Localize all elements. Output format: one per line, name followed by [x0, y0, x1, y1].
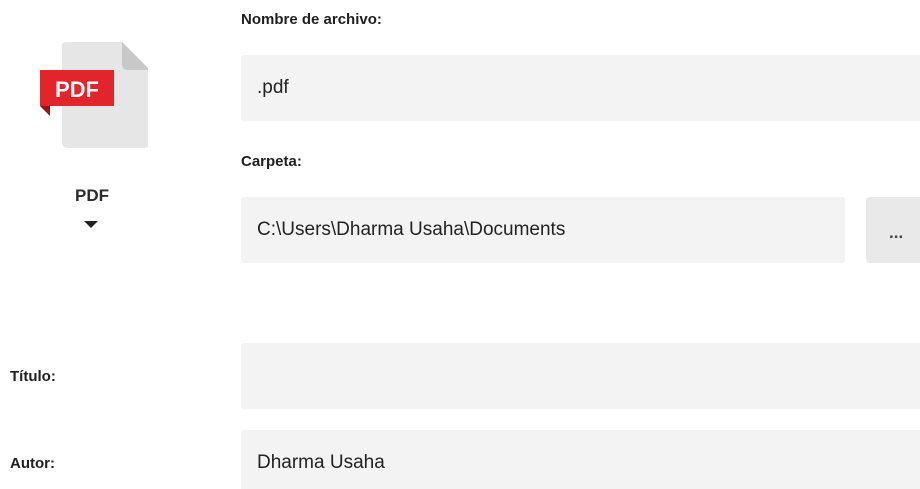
browse-folder-button[interactable]: ... [866, 197, 920, 263]
author-input[interactable] [241, 430, 920, 489]
pdf-file-icon: PDF [40, 42, 148, 148]
caret-down-icon[interactable] [84, 221, 98, 228]
folder-path-input[interactable] [241, 197, 845, 263]
folder-label: Carpeta: [241, 153, 302, 170]
file-name-input[interactable] [241, 55, 920, 121]
title-input[interactable] [241, 343, 920, 409]
file-type-selector[interactable]: PDF PDF [30, 36, 154, 241]
pdf-badge-text: PDF [55, 77, 99, 102]
title-label: Título: [10, 368, 56, 385]
file-type-label: PDF [75, 186, 109, 205]
author-label: Autor: [10, 455, 55, 472]
file-name-label: Nombre de archivo: [241, 11, 382, 28]
export-settings-panel: PDF PDF Nombre de archivo: Carpeta: ... … [0, 0, 920, 489]
